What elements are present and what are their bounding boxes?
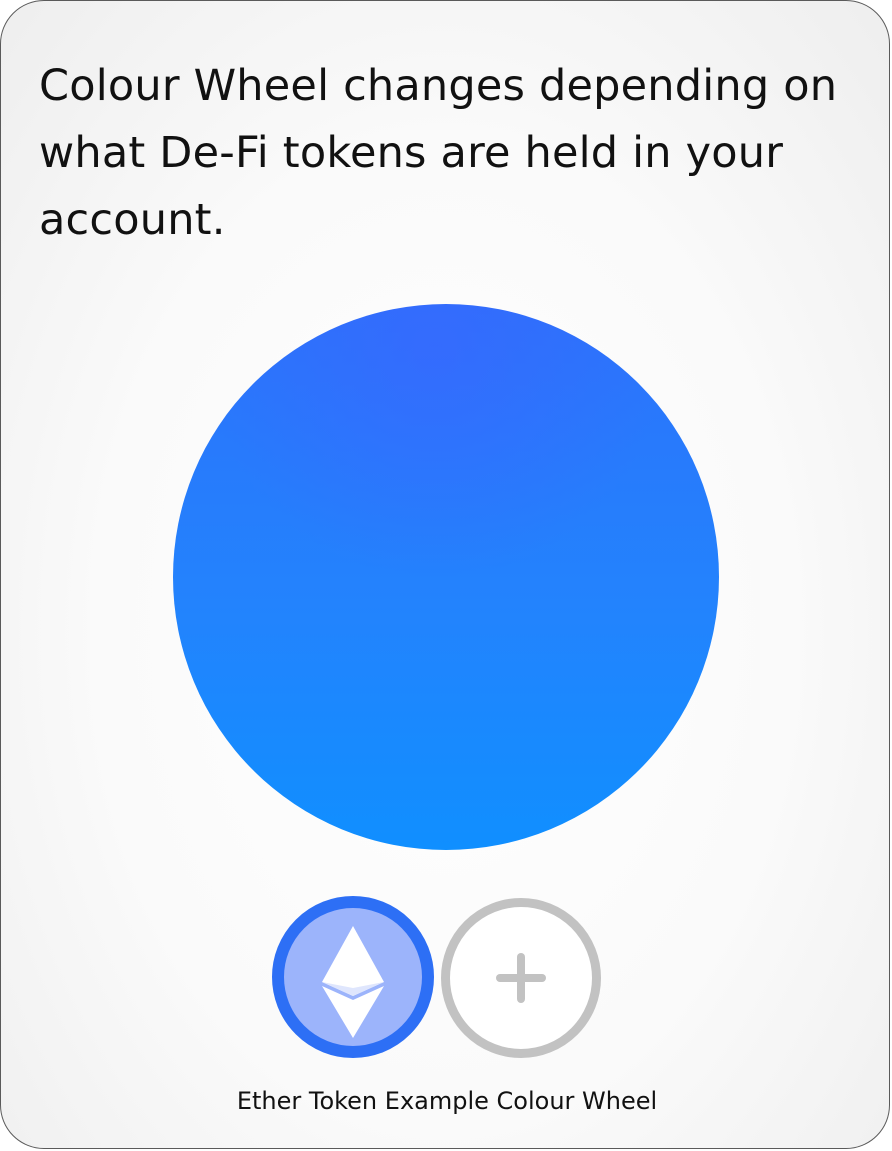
token-row bbox=[1, 896, 889, 1060]
headline: Colour Wheel changes depending on what D… bbox=[39, 61, 838, 245]
plus-icon bbox=[496, 953, 546, 1003]
ethereum-icon bbox=[322, 926, 384, 1038]
add-token-button[interactable] bbox=[441, 898, 601, 1058]
colour-wheel-card: Colour Wheel changes depending on what D… bbox=[0, 0, 890, 1149]
colour-wheel bbox=[173, 304, 719, 850]
caption: Ether Token Example Colour Wheel bbox=[236, 1087, 658, 1115]
ether-token-button[interactable] bbox=[272, 896, 434, 1058]
